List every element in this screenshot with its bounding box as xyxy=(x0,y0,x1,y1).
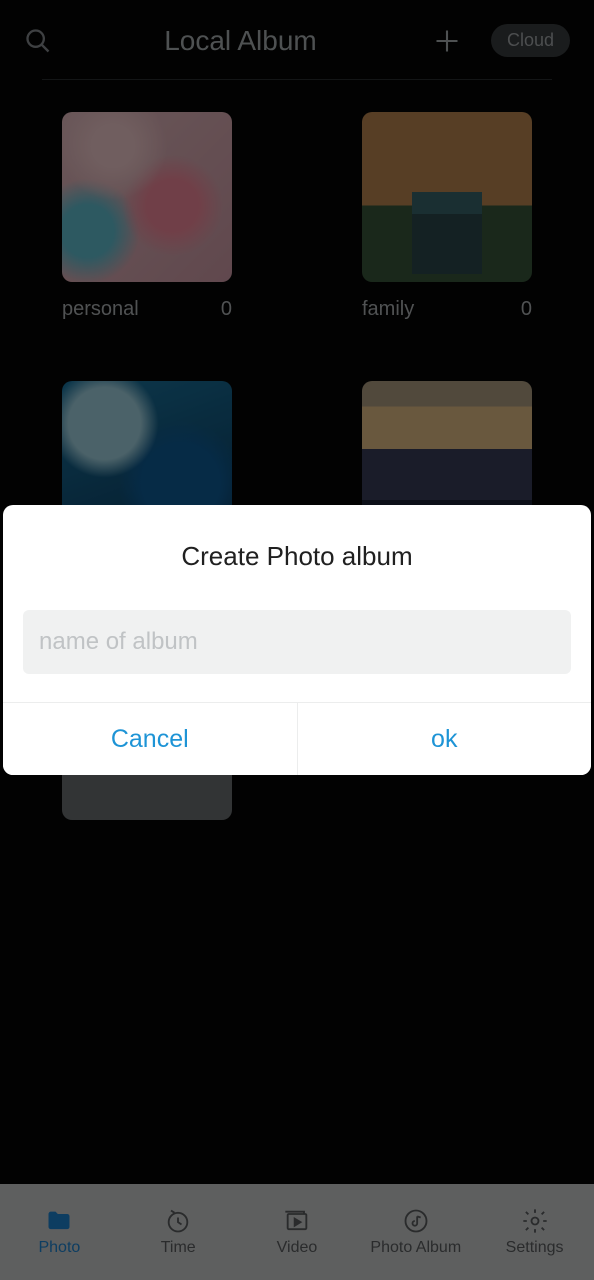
ok-button[interactable]: ok xyxy=(297,703,592,775)
cancel-button[interactable]: Cancel xyxy=(3,703,297,775)
modal-scrim[interactable]: Create Photo album Cancel ok xyxy=(0,0,594,1280)
dialog-title: Create Photo album xyxy=(3,505,591,602)
create-album-dialog: Create Photo album Cancel ok xyxy=(3,505,591,775)
album-name-input[interactable] xyxy=(23,610,571,674)
